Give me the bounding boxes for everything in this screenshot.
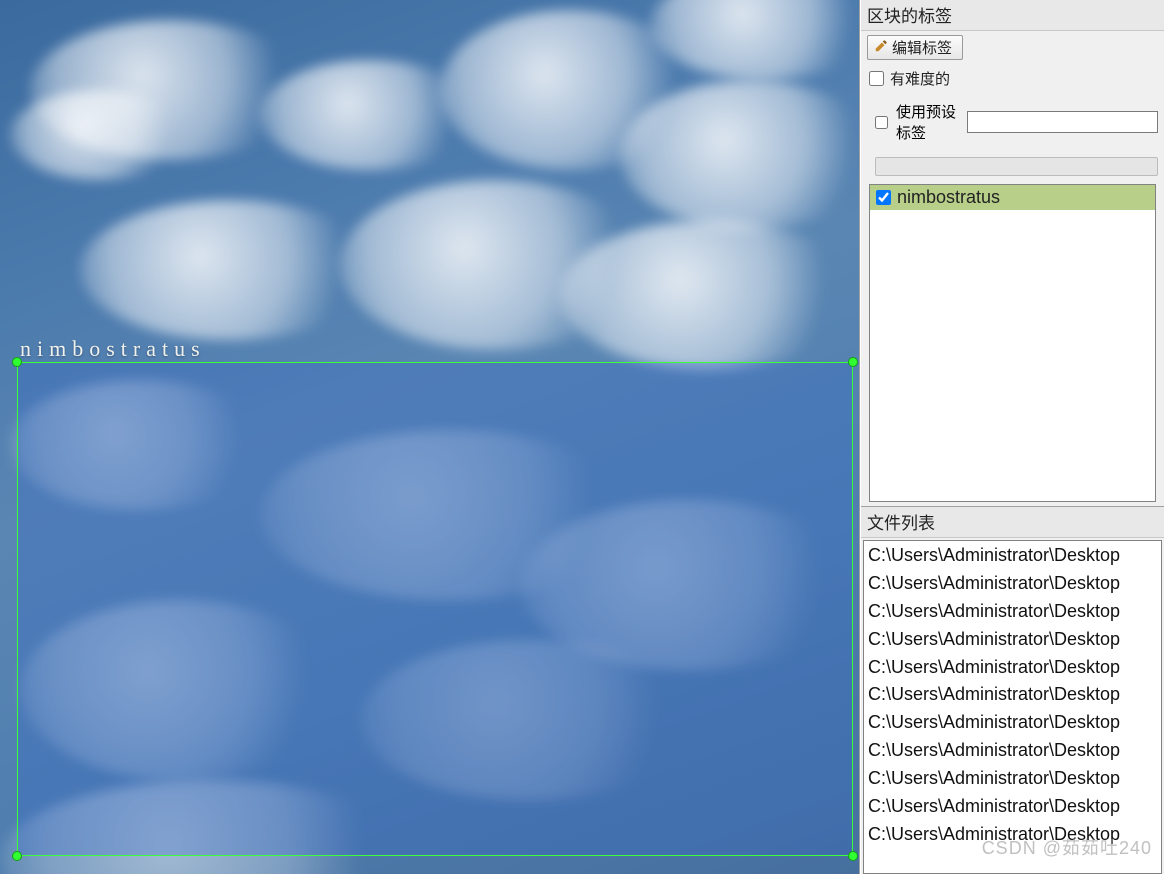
file-list-item[interactable]: C:\Users\Administrator\Desktop: [864, 542, 1161, 570]
bbox-handle-top-right[interactable]: [848, 357, 858, 367]
bbox-handle-bottom-left[interactable]: [12, 851, 22, 861]
label-item-checkbox[interactable]: [876, 190, 891, 205]
side-panel: 区块的标签 编辑标签 有难度的 使用预设标签 nimbostratus 文件列表: [860, 0, 1164, 874]
box-labels-section: 编辑标签 有难度的 使用预设标签 nimbostratus: [861, 31, 1164, 506]
bbox-label-text: nimbostratus: [20, 336, 206, 362]
file-list-item[interactable]: C:\Users\Administrator\Desktop: [864, 765, 1161, 793]
file-list-item[interactable]: C:\Users\Administrator\Desktop: [864, 598, 1161, 626]
use-preset-label: 使用预设标签: [896, 101, 959, 143]
file-list-item[interactable]: C:\Users\Administrator\Desktop: [864, 821, 1161, 849]
bbox-handle-bottom-right[interactable]: [848, 851, 858, 861]
file-list-item[interactable]: C:\Users\Administrator\Desktop: [864, 654, 1161, 682]
file-list-item[interactable]: C:\Users\Administrator\Desktop: [864, 626, 1161, 654]
box-labels-panel-title: 区块的标签: [861, 0, 1164, 31]
file-list-item[interactable]: C:\Users\Administrator\Desktop: [864, 570, 1161, 598]
bbox-handle-top-left[interactable]: [12, 357, 22, 367]
label-item-text: nimbostratus: [897, 187, 1000, 208]
file-list-item[interactable]: C:\Users\Administrator\Desktop: [864, 793, 1161, 821]
file-list-item[interactable]: C:\Users\Administrator\Desktop: [864, 681, 1161, 709]
file-list-item[interactable]: C:\Users\Administrator\Desktop: [864, 709, 1161, 737]
label-list[interactable]: nimbostratus: [869, 184, 1156, 502]
pencil-icon: [874, 39, 888, 57]
label-list-item[interactable]: nimbostratus: [870, 185, 1155, 210]
progress-bar-row: [875, 157, 1158, 176]
edit-label-button[interactable]: 编辑标签: [867, 35, 963, 60]
progress-bar: [875, 157, 1158, 176]
difficult-checkbox-label: 有难度的: [890, 68, 950, 89]
image-canvas[interactable]: nimbostratus: [0, 0, 860, 874]
edit-label-button-text: 编辑标签: [892, 37, 952, 58]
file-list[interactable]: C:\Users\Administrator\DesktopC:\Users\A…: [863, 540, 1162, 874]
difficult-checkbox-row[interactable]: 有难度的: [869, 68, 1158, 89]
difficult-checkbox[interactable]: [869, 71, 884, 86]
preset-label-row: 使用预设标签: [875, 101, 1158, 143]
use-preset-checkbox[interactable]: [875, 116, 888, 129]
file-list-title: 文件列表: [861, 507, 1164, 538]
file-list-item[interactable]: C:\Users\Administrator\Desktop: [864, 737, 1161, 765]
file-list-panel: 文件列表 C:\Users\Administrator\DesktopC:\Us…: [861, 506, 1164, 874]
bounding-box[interactable]: [17, 362, 853, 856]
preset-label-input[interactable]: [967, 111, 1158, 133]
